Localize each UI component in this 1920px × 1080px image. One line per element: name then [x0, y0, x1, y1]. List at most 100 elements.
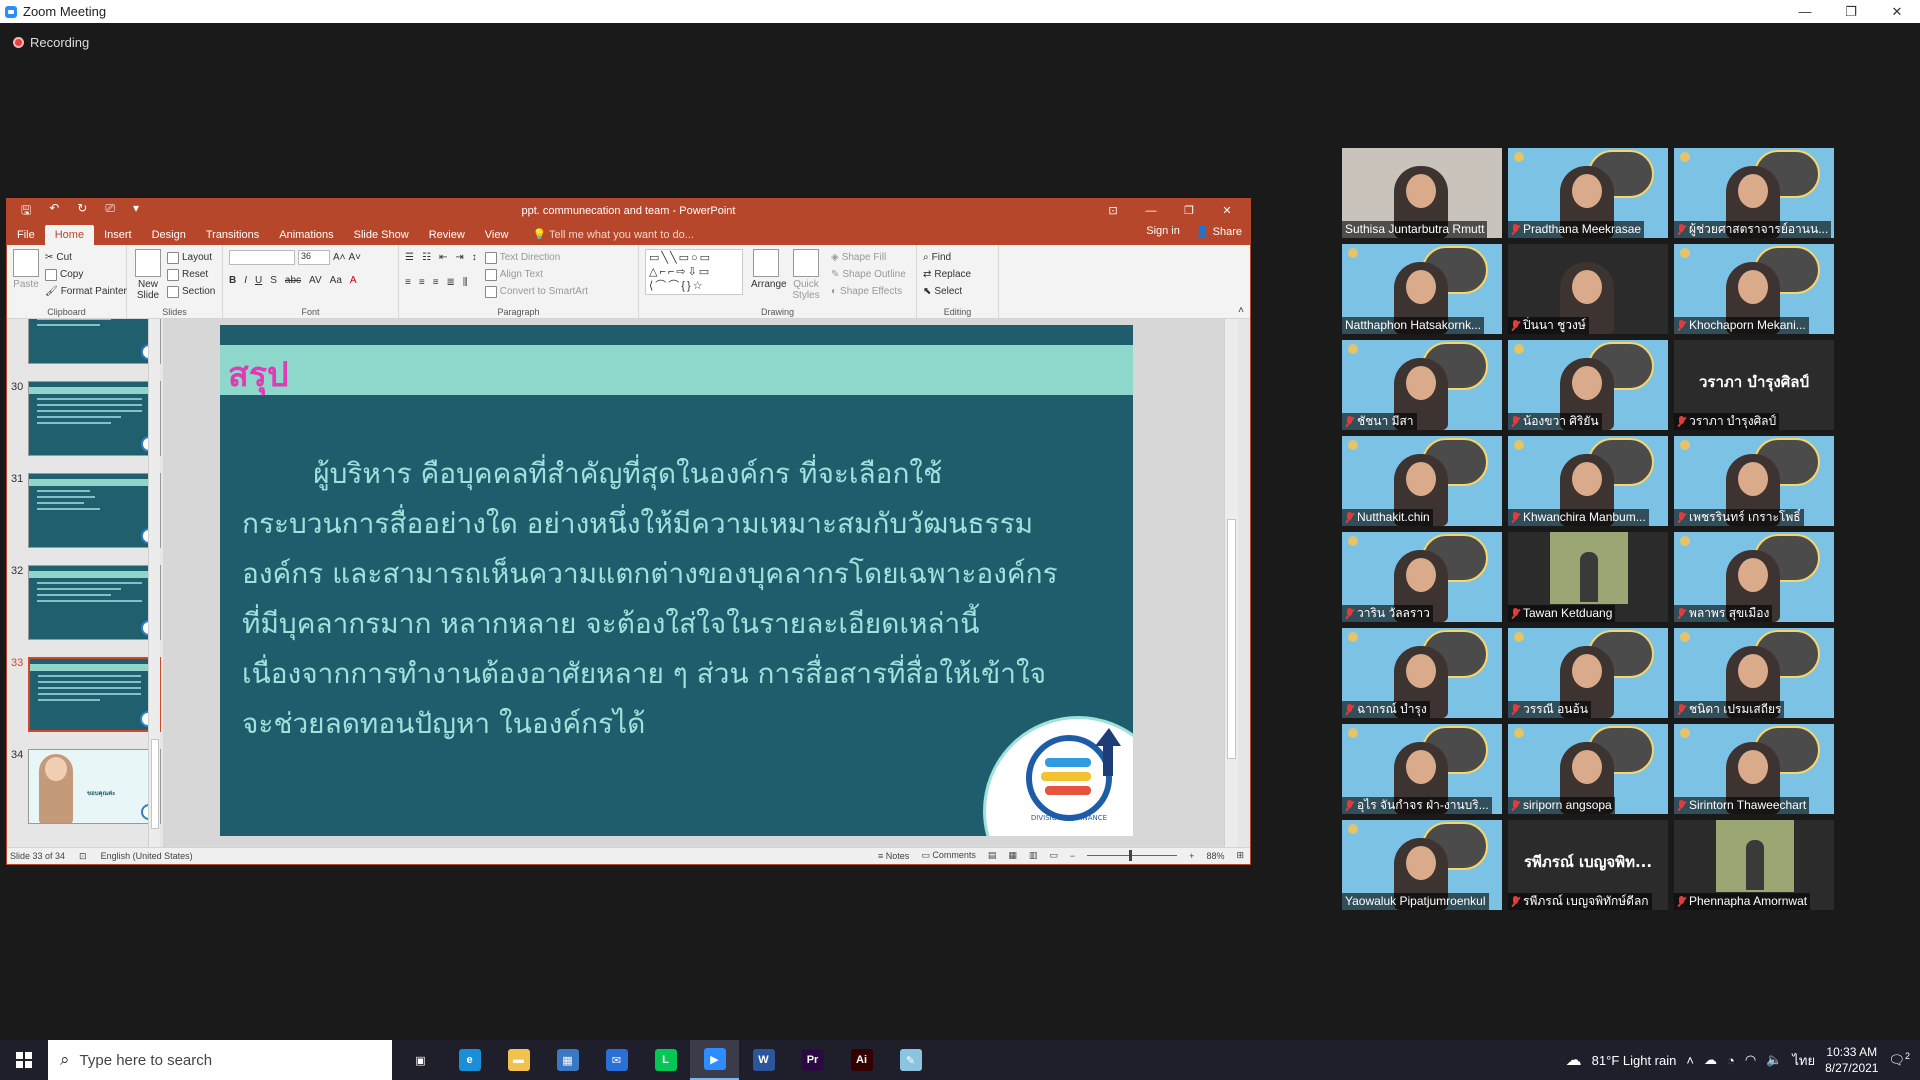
reset-button[interactable]: Reset [167, 266, 215, 283]
participant-tile[interactable]: วาริน วัลลราว [1342, 532, 1502, 622]
numbering-icon[interactable]: ☷ [422, 252, 431, 263]
format-painter-button[interactable]: 🖌 Format Painter [45, 283, 127, 300]
weather-text[interactable]: 81°F Light rain [1592, 1053, 1677, 1068]
font-size-box[interactable]: 36 [298, 250, 330, 265]
taskbar-illustrator-button[interactable]: Ai [837, 1040, 886, 1080]
participant-tile[interactable]: ชัชนา มีสา [1342, 340, 1502, 430]
taskbar-line-button[interactable]: L [641, 1040, 690, 1080]
justify-icon[interactable]: ≣ [447, 277, 455, 288]
volume-icon[interactable]: 🔈 [1766, 1052, 1782, 1068]
chevron-up-icon[interactable]: ˄ [1686, 1053, 1694, 1068]
collapse-ribbon-icon[interactable]: ˄ [1238, 305, 1244, 316]
participant-tile[interactable]: น้องขวา ศิริยัน [1508, 340, 1668, 430]
convert-smartart-button[interactable]: Convert to SmartArt [484, 283, 588, 300]
slide-sorter-icon[interactable]: ▦ [1008, 850, 1017, 861]
layout-button[interactable]: Layout [167, 249, 215, 266]
sign-in-link[interactable]: Sign in [1146, 225, 1180, 238]
font-color-icon[interactable]: A [350, 275, 357, 286]
scroll-thumb[interactable] [1227, 519, 1236, 759]
participant-tile[interactable]: เพชรรินทร์ เกราะโพธิ์ [1674, 436, 1834, 526]
close-button[interactable]: ✕ [1874, 0, 1920, 23]
input-language[interactable]: ไทย [1792, 1050, 1815, 1071]
network-icon[interactable]: ◔ [1727, 1053, 1735, 1068]
align-center-icon[interactable]: ≡ [419, 277, 425, 288]
taskbar-edge-button[interactable]: e [445, 1040, 494, 1080]
participant-tile[interactable]: ปิ่นนา ชูวงษ์ [1508, 244, 1668, 334]
shapes-gallery[interactable]: ▭╲╲▭○▭ △⌐⌐⇨⇩▭ ⟨⌒⌒{}☆ [645, 249, 743, 295]
taskbar-notepad-button[interactable]: ✎ [886, 1040, 935, 1080]
reading-view-icon[interactable]: ▥ [1029, 850, 1038, 861]
grow-font-icon[interactable]: A˄ [333, 252, 346, 263]
participant-tile[interactable]: ผู้ช่วยศาสตราจารย์อานน... [1674, 148, 1834, 238]
replace-button[interactable]: ⇄ Replace [923, 266, 992, 283]
ppt-minimize-button[interactable]: — [1132, 199, 1170, 223]
tab-transitions[interactable]: Transitions [196, 225, 269, 245]
copy-button[interactable]: Copy [45, 266, 127, 283]
bullets-icon[interactable]: ☰ [405, 252, 414, 263]
spellcheck-icon[interactable]: ⊡ [79, 851, 87, 862]
zoom-in-icon[interactable]: + [1189, 851, 1194, 861]
bold-icon[interactable]: B [229, 275, 236, 286]
clock[interactable]: 10:33 AM 8/27/2021 [1825, 1044, 1878, 1076]
ppt-restore-button[interactable]: ❐ [1170, 199, 1208, 223]
underline-icon[interactable]: U [255, 275, 262, 286]
taskbar-store-button[interactable]: ▦ [543, 1040, 592, 1080]
notifications-icon[interactable]: 🗨2 [1888, 1051, 1910, 1068]
participant-tile[interactable]: Natthaphon Hatsakornk... [1342, 244, 1502, 334]
line-spacing-icon[interactable]: ↕ [472, 252, 477, 263]
taskbar-premiere-button[interactable]: Pr [788, 1040, 837, 1080]
taskbar-file-explorer-button[interactable]: ▬ [494, 1040, 543, 1080]
ribbon-display-options-icon[interactable]: ⊡ [1094, 199, 1132, 223]
participant-tile[interactable]: Khochaporn Mekani... [1674, 244, 1834, 334]
shadow-icon[interactable]: S [270, 275, 277, 286]
participant-tile[interactable]: พลาพร สุขเมือง [1674, 532, 1834, 622]
participant-tile[interactable]: Khwanchira Manbum... [1508, 436, 1668, 526]
redo-icon[interactable]: ↻ [77, 201, 87, 222]
scroll-thumb[interactable] [151, 739, 159, 829]
taskbar-mail-button[interactable]: ✉ [592, 1040, 641, 1080]
tab-home[interactable]: Home [44, 225, 95, 245]
tab-file[interactable]: File [7, 225, 45, 245]
customize-qat-icon[interactable]: ▾ [133, 201, 139, 222]
char-spacing-icon[interactable]: AV [309, 275, 322, 286]
restore-button[interactable]: ❐ [1828, 0, 1874, 23]
participant-tile[interactable]: ชนิดา เปรมเสถียร [1674, 628, 1834, 718]
quick-styles-button[interactable]: Quick Styles [789, 249, 823, 304]
participant-tile[interactable]: รพีภรณ์ เบญจพิท... รพีภรณ์ เบญจพิทักษ์ดีล… [1508, 820, 1668, 910]
normal-view-icon[interactable]: ▤ [988, 850, 997, 861]
weather-icon[interactable]: ☁ [1566, 1050, 1582, 1070]
comments-button[interactable]: ▭ Comments [921, 850, 976, 861]
align-text-button[interactable]: Align Text [484, 266, 588, 283]
increase-indent-icon[interactable]: ⇥ [455, 252, 463, 263]
notes-button[interactable]: ≡ Notes [878, 851, 909, 861]
text-direction-button[interactable]: Text Direction [484, 249, 588, 266]
slideshow-view-icon[interactable]: ▭ [1049, 850, 1058, 861]
participant-tile[interactable]: วราภา บำรุงศิลป์ วราภา บำรุงศิลป์ [1674, 340, 1834, 430]
taskbar-zoom-button[interactable]: ▶ [690, 1040, 739, 1080]
participant-tile[interactable]: ฉากรณ์ บำรุง [1342, 628, 1502, 718]
section-button[interactable]: Section [167, 283, 215, 300]
change-case-icon[interactable]: Aa [330, 275, 342, 286]
participant-tile[interactable]: Sirintorn Thaweechart [1674, 724, 1834, 814]
align-left-icon[interactable]: ≡ [405, 277, 411, 288]
share-button[interactable]: 👤 Share [1196, 225, 1242, 238]
strikethrough-icon[interactable]: abc [285, 275, 301, 286]
shape-effects-button[interactable]: ◐ Shape Effects [831, 283, 906, 300]
zoom-slider[interactable] [1087, 850, 1178, 861]
recording-indicator[interactable]: Recording [13, 35, 89, 50]
paste-button[interactable]: Paste [13, 249, 39, 304]
participant-tile[interactable]: อุไร จันกำจร ฝ่า-งานบริ... [1342, 724, 1502, 814]
tab-animations[interactable]: Animations [269, 225, 343, 245]
participant-tile[interactable]: Yaowaluk Pipatjumroenkul [1342, 820, 1502, 910]
select-button[interactable]: ⬉ Select [923, 283, 992, 300]
participant-tile[interactable]: วรรณี อนอ้น [1508, 628, 1668, 718]
participant-tile[interactable]: Nutthakit.chin [1342, 436, 1502, 526]
tab-insert[interactable]: Insert [94, 225, 142, 245]
tab-view[interactable]: View [475, 225, 519, 245]
start-slideshow-icon[interactable]: ⎚ [105, 201, 115, 222]
save-icon[interactable]: 🖫 [21, 201, 31, 222]
arrange-button[interactable]: Arrange [751, 249, 787, 304]
participant-tile[interactable]: Pradthana Meekrasae [1508, 148, 1668, 238]
taskbar-search[interactable]: ⌕ Type here to search [48, 1040, 392, 1080]
font-name-box[interactable] [229, 250, 295, 265]
